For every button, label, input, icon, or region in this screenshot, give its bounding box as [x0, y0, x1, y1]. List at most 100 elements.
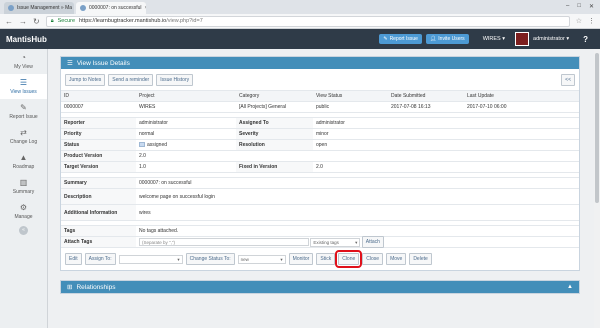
- close-window-icon[interactable]: ✕: [589, 3, 594, 10]
- delete-button[interactable]: Delete: [409, 253, 432, 265]
- avatar[interactable]: [515, 32, 530, 46]
- sidebar-item-label: Change Log: [9, 138, 38, 145]
- user-plus-icon: 👤︎: [429, 36, 437, 42]
- table-row: Tags No tags attached.: [61, 225, 579, 237]
- page-scrollbar[interactable]: [594, 49, 600, 328]
- header-category: Category: [236, 90, 313, 102]
- issue-date-submitted: 2017-07-08 16:13: [388, 101, 464, 113]
- favicon-icon: [8, 5, 14, 11]
- summary-value: 0000007: on successful: [136, 177, 579, 189]
- maximize-icon[interactable]: □: [577, 3, 581, 10]
- priority-label: Priority: [61, 128, 136, 140]
- header-last-update: Last Update: [464, 90, 579, 102]
- move-button[interactable]: Move: [386, 253, 407, 265]
- description-label: Description: [61, 188, 136, 205]
- road-icon: ▲: [19, 152, 28, 162]
- sidebar-item-label: Summary: [12, 188, 35, 195]
- sidebar-item-manage[interactable]: ⚙ Manage: [0, 199, 47, 224]
- issue-history-button[interactable]: Issue History: [156, 74, 194, 86]
- issue-table: ID Project Category View Status Date Sub…: [61, 90, 579, 249]
- chevron-down-icon: ▾: [502, 36, 506, 42]
- sidebar-item-my-view[interactable]: ◔ My View: [0, 49, 47, 74]
- sidebar-collapse[interactable]: «: [0, 224, 47, 236]
- jump-to-notes-button[interactable]: Jump to Notes: [65, 74, 106, 86]
- issue-category: [All Projects] General: [236, 101, 313, 113]
- browser-menu-icon[interactable]: ⋮: [588, 17, 595, 25]
- user-menu[interactable]: administrator ▾: [533, 36, 569, 42]
- table-row: Target Version 1.0 Fixed in Version 2.0: [61, 161, 579, 173]
- report-issue-label: Report Issue: [389, 36, 418, 42]
- header-project: Project: [136, 90, 236, 102]
- chevron-down-icon: ▾: [566, 36, 570, 42]
- table-row: Additional Information wires: [61, 204, 579, 221]
- back-icon[interactable]: ←: [5, 17, 13, 26]
- collapse-button[interactable]: <<: [561, 74, 575, 86]
- severity-value: minor: [313, 128, 579, 140]
- tab-title: Issue Management » Ma: [17, 5, 73, 11]
- attach-tags-input[interactable]: (Separate by ","): [139, 238, 309, 246]
- status-color-swatch: [139, 142, 145, 148]
- change-status-button[interactable]: Change Status To:: [185, 253, 235, 265]
- close-button[interactable]: Close: [362, 253, 384, 265]
- scrollbar-thumb[interactable]: [595, 53, 599, 203]
- invite-users-label: Invite Users: [438, 36, 465, 42]
- project-selector[interactable]: WIRES ▾: [483, 36, 505, 42]
- assign-to-select[interactable]: [118, 254, 183, 264]
- table-row: Summary 0000007: on successful: [61, 177, 579, 189]
- existing-tags-select[interactable]: Existing tags: [310, 237, 361, 247]
- table-row: Priority normal Severity minor: [61, 128, 579, 140]
- sidebar-item-roadmap[interactable]: ▲ Roadmap: [0, 149, 47, 174]
- sitemap-icon: ⊞: [67, 284, 73, 291]
- favicon-icon: [80, 5, 86, 11]
- assign-to-button[interactable]: Assign To:: [84, 253, 116, 265]
- relationships-header[interactable]: ⊞ Relationships ▲: [61, 281, 579, 293]
- monitor-button[interactable]: Monitor: [288, 253, 314, 265]
- attach-tags-cell: (Separate by ",") Existing tags Attach: [136, 236, 579, 249]
- report-issue-button[interactable]: ✎ Report Issue: [379, 34, 422, 44]
- status-label: Status: [61, 139, 136, 151]
- send-reminder-button[interactable]: Send a reminder: [108, 74, 154, 86]
- resolution-label: Resolution: [236, 139, 313, 151]
- user-name: administrator: [533, 36, 565, 42]
- edit-icon: ✎: [383, 36, 388, 42]
- chevron-up-icon[interactable]: ▲: [567, 284, 573, 290]
- edit-button[interactable]: Edit: [65, 253, 82, 265]
- summary-label: Summary: [61, 177, 136, 189]
- close-tab-icon[interactable]: ×: [145, 5, 146, 11]
- sidebar-item-change-log[interactable]: ⇄ Change Log: [0, 124, 47, 149]
- help-button[interactable]: ?: [583, 35, 588, 44]
- forward-icon[interactable]: →: [19, 17, 27, 26]
- resolution-value: open: [313, 139, 579, 151]
- browser-tab-1[interactable]: Issue Management » Ma ×: [4, 2, 74, 14]
- sidebar-item-label: My View: [14, 63, 33, 70]
- sidebar-item-report-issue[interactable]: ✎ Report Issue: [0, 99, 47, 124]
- browser-window: Issue Management » Ma × 0000007: on succ…: [0, 0, 600, 328]
- minimize-icon[interactable]: –: [566, 3, 569, 10]
- relationships-panel: ⊞ Relationships ▲: [60, 280, 580, 294]
- list-icon: ☰: [19, 77, 28, 87]
- severity-label: Severity: [236, 128, 313, 140]
- invite-users-button[interactable]: 👤︎ Invite Users: [425, 34, 469, 44]
- window-controls: – □ ✕: [566, 3, 600, 12]
- main-content: ☰ View Issue Details Jump to Notes Send …: [60, 56, 580, 328]
- browser-tab-2[interactable]: 0000007: on successful ×: [76, 2, 146, 14]
- description-value: welcome page on successful login: [136, 188, 579, 205]
- change-status-select[interactable]: new: [237, 254, 286, 264]
- attach-button[interactable]: Attach: [361, 236, 384, 249]
- bookmark-star-icon[interactable]: ☆: [576, 17, 582, 25]
- sidebar-item-summary[interactable]: ▥ Summary: [0, 174, 47, 199]
- url-host: https://learnbugtracker.mantishub.io: [79, 18, 167, 24]
- tags-label: Tags: [61, 225, 136, 237]
- issue-id[interactable]: 0000007: [61, 101, 136, 113]
- edit-icon: ✎: [20, 102, 27, 112]
- fixed-in-version-value: 2.0: [313, 161, 579, 173]
- sidebar-item-view-issues[interactable]: ☰ View Issues: [0, 74, 47, 99]
- reload-icon[interactable]: ↻: [33, 17, 40, 26]
- url-field[interactable]: 🔒︎ Secure https://learnbugtracker.mantis…: [45, 15, 570, 27]
- stick-button[interactable]: Stick: [316, 253, 336, 265]
- assigned-to-label: Assigned To: [236, 117, 313, 129]
- table-row: Description welcome page on successful l…: [61, 188, 579, 205]
- clone-button[interactable]: Clone: [335, 250, 363, 268]
- brand-logo[interactable]: MantisHub: [6, 35, 47, 44]
- table-header-row: ID Project Category View Status Date Sub…: [61, 90, 579, 102]
